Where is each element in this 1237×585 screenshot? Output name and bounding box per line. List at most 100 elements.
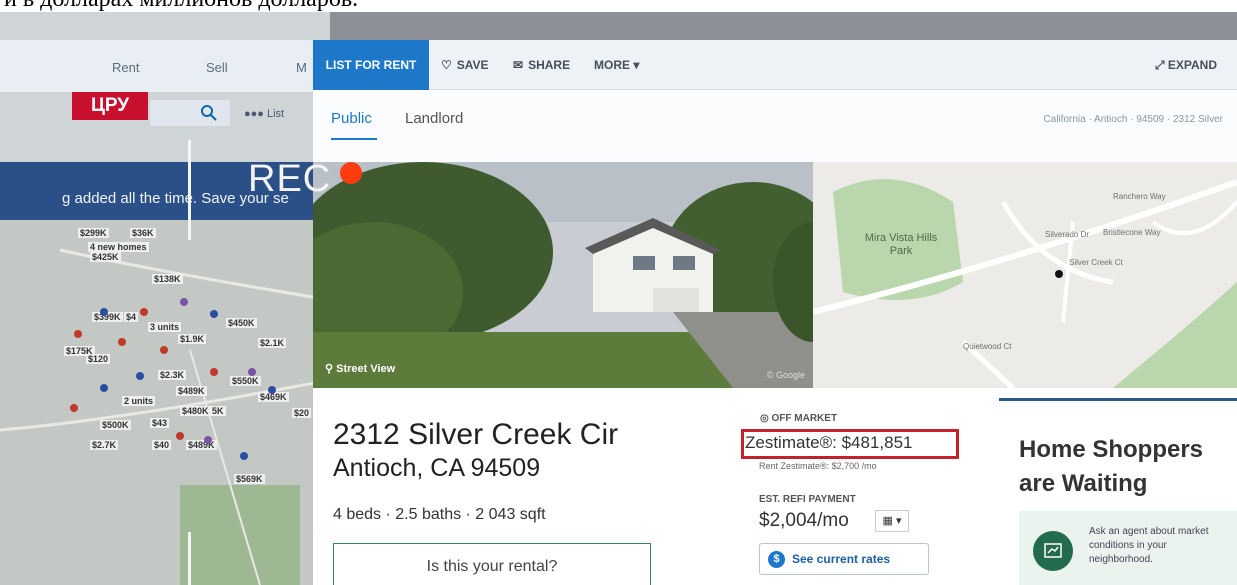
bg-map-marker [248, 368, 256, 376]
bg-map-marker [240, 452, 248, 460]
bg-map-marker [136, 372, 144, 380]
share-label: SHARE [528, 58, 571, 72]
bg-list-toggle: ●●● List [244, 108, 285, 120]
map-street-label: Silverado Dr [1045, 230, 1090, 239]
bg-map-marker [204, 436, 212, 444]
background-nav [0, 40, 330, 92]
bg-price-tag: $569K [234, 474, 265, 484]
listing-details: 2312 Silver Creek Cir Antioch, CA 94509 … [313, 388, 1237, 585]
mail-icon: ✉ [513, 58, 524, 72]
heart-icon: ♡ [441, 58, 452, 72]
map-street-label: Quietwood Ct [963, 342, 1012, 351]
bg-nav-more: M [296, 60, 307, 75]
bg-price-tag: $2.3K [158, 370, 187, 380]
agent-promo: Home Shoppers are Waiting Ask an agent a… [999, 398, 1237, 585]
bg-map-marker [118, 338, 126, 346]
bg-price-tag: $138K [152, 274, 183, 284]
bg-map-marker [100, 384, 108, 392]
listing-tabs: Public Landlord California · Antioch · 9… [313, 90, 1237, 162]
bg-map-marker [100, 308, 108, 316]
rent-zestimate: Rent Zestimate®: $2,700 /mo [759, 461, 877, 471]
tab-public[interactable]: Public [331, 110, 372, 127]
see-rates-label: See current rates [792, 552, 891, 566]
promo-card[interactable]: Ask an agent about market conditions in … [1019, 511, 1237, 585]
bg-price-tag: $4 [124, 312, 139, 322]
bg-price-tag: 3 units [148, 322, 182, 332]
bg-price-tag: $500K [100, 420, 131, 430]
record-dot-icon [340, 162, 362, 184]
location-map[interactable]: Mira Vista Hills Park Silverado Dr Brist… [813, 162, 1237, 388]
search-icon [200, 104, 218, 127]
expand-button[interactable]: ⤢ EXPAND [1155, 40, 1217, 90]
address-city: Antioch, CA 94509 [333, 454, 541, 482]
street-view-label: ⚲ Street View [325, 363, 396, 375]
property-facts: 4 beds · 2.5 baths · 2 043 sqft [333, 506, 546, 523]
rental-claim-button[interactable]: Is this your rental? [333, 543, 651, 585]
save-label: SAVE [456, 58, 489, 72]
bg-price-tag: $20 [292, 408, 312, 418]
overlay-crosshair-line [188, 532, 191, 585]
promo-title-line1: Home Shoppers [1019, 436, 1204, 463]
bg-price-tag: $36K [130, 228, 156, 238]
bg-map-marker [268, 386, 276, 394]
promo-title-line2: are Waiting [1019, 470, 1148, 497]
bg-map-marker [70, 404, 78, 412]
street-view-photo[interactable]: ⚲ Street View © Google [313, 162, 813, 388]
map-street-label: Bristlecone Way [1103, 228, 1161, 237]
refi-value: $2,004/mo [759, 510, 849, 531]
photo-caption: и в долларах миллионов долларов. [0, 0, 1237, 12]
house-photo-illustration [313, 162, 813, 388]
save-button[interactable]: ♡ SAVE [441, 40, 489, 90]
address-street: 2312 Silver Creek Cir [333, 418, 619, 451]
bg-price-tag: $2.1K [258, 338, 287, 348]
bg-price-tag: 2 units [122, 396, 156, 406]
bg-price-tag: $43 [150, 418, 170, 428]
bg-map-marker [176, 432, 184, 440]
rental-claim-label: Is this your rental? [426, 558, 558, 575]
zestimate-value: Zestimate®: $481,851 [745, 433, 913, 452]
share-button[interactable]: ✉ SHARE [513, 40, 570, 90]
overlay-crosshair-line [188, 140, 191, 240]
bg-price-tag: $2.7K [90, 440, 119, 450]
bg-price-tag: 4 new homes [88, 242, 149, 252]
promo-title: Home Shoppers are Waiting [1019, 433, 1203, 501]
bg-price-tag: $489K [186, 440, 217, 450]
map-home-pin [1055, 270, 1063, 278]
map-street-label: Silver Creek Ct [1069, 258, 1123, 267]
map-park-label: Mira Vista Hills Park [864, 232, 938, 257]
bg-price-tag: 5K [210, 406, 226, 416]
bg-nav-sell: Sell [206, 60, 228, 75]
bg-map-marker [210, 368, 218, 376]
market-status: ◎ OFF MARKET [760, 413, 838, 424]
tab-landlord[interactable]: Landlord [405, 110, 463, 127]
list-for-rent-button[interactable]: LIST FOR RENT [313, 40, 429, 90]
bg-map-marker [74, 330, 82, 338]
more-button[interactable]: MORE ▾ [594, 40, 639, 90]
expand-icon: ⤢ [1154, 58, 1168, 72]
breadcrumb: California · Antioch · 94509 · 2312 Silv… [1043, 114, 1223, 125]
bg-price-tag: $450K [226, 318, 257, 328]
bg-price-tag: $120 [86, 354, 111, 364]
calculator-icon: ▦ ▾ [882, 515, 902, 527]
bg-price-tag: $425K [90, 252, 121, 262]
listing-toolbar: LIST FOR RENT ♡ SAVE ✉ SHARE MORE ▾ ⤢ EXPA… [313, 40, 1237, 90]
bg-price-tag: $489K [176, 386, 207, 396]
cia-badge: ЦРУ [72, 92, 148, 120]
bg-map-marker [180, 298, 188, 306]
map-street-label: Ranchero Way [1113, 192, 1166, 201]
bg-price-tag: $40 [152, 440, 172, 450]
calculator-dropdown[interactable]: ▦ ▾ [875, 510, 909, 532]
bg-map-marker [160, 346, 168, 354]
chart-icon [1033, 531, 1073, 571]
screen-photo: Rent Sell M ●●● List ЦРУ $299K $36K 4 new … [0, 12, 1237, 585]
dollar-icon: $ [768, 551, 785, 568]
rec-indicator: REC [248, 158, 332, 200]
see-rates-button[interactable]: $ See current rates [759, 543, 929, 575]
bg-price-tag: $299K [78, 228, 109, 238]
bg-price-tag: $480K [180, 406, 211, 416]
map-roads [813, 162, 1237, 388]
promo-text: Ask an agent about market conditions in … [1089, 526, 1209, 565]
photo-copyright: © Google [766, 370, 805, 380]
refi-label: EST. REFI PAYMENT [759, 494, 856, 505]
bg-map-marker [140, 308, 148, 316]
